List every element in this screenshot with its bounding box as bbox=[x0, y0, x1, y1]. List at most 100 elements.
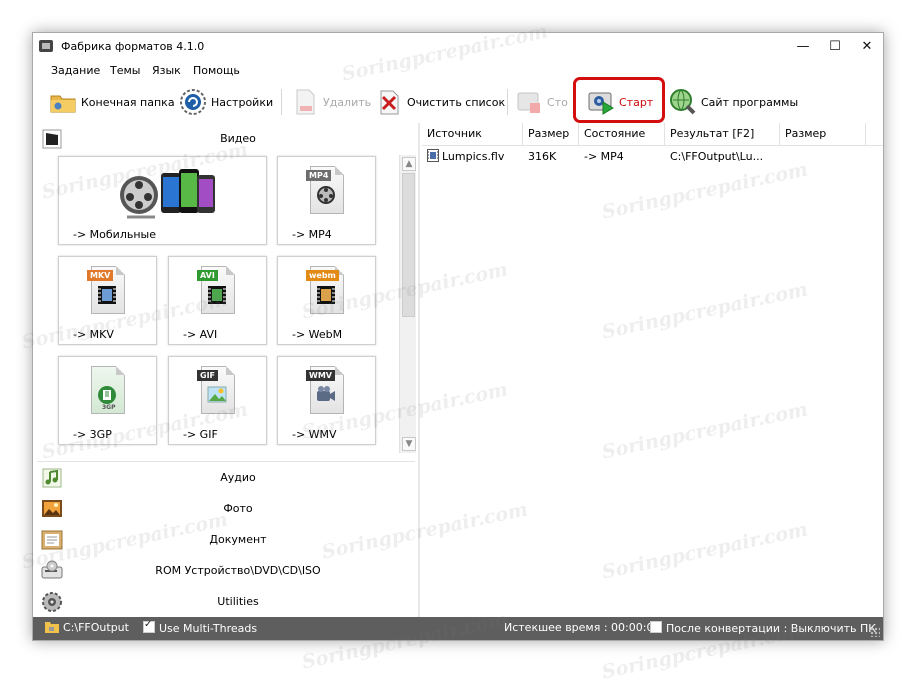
output-folder-label: Конечная папка bbox=[81, 95, 175, 109]
multithreads-option[interactable]: Use Multi-Threads bbox=[143, 619, 258, 635]
clear-list-icon bbox=[375, 88, 403, 116]
menu-themes[interactable]: Темы bbox=[110, 64, 140, 77]
webm-file-icon: webm bbox=[306, 266, 346, 314]
start-icon bbox=[587, 88, 615, 116]
tile-avi-label: -> AVI bbox=[183, 328, 218, 341]
category-utilities-label: Utilities bbox=[217, 595, 259, 608]
category-video-label: Видео bbox=[220, 132, 256, 145]
film-clapper-icon bbox=[41, 128, 63, 150]
category-video[interactable]: Видео bbox=[33, 125, 418, 153]
tile-mobile-label: -> Мобильные bbox=[73, 228, 156, 241]
tile-wmv[interactable]: WMV -> WMV bbox=[277, 356, 376, 445]
file-list: Источник Размер Состояние Результат [F2]… bbox=[422, 123, 883, 617]
column-output-size[interactable]: Размер bbox=[780, 123, 866, 145]
column-state[interactable]: Состояние bbox=[579, 123, 665, 145]
panel-splitter[interactable] bbox=[418, 123, 420, 617]
column-size[interactable]: Размер bbox=[523, 123, 579, 145]
tile-3gp[interactable]: 3GP -> 3GP bbox=[58, 356, 157, 445]
menu-language[interactable]: Язык bbox=[152, 64, 181, 77]
start-label: Старт bbox=[619, 95, 654, 109]
column-result[interactable]: Результат [F2] bbox=[665, 123, 780, 145]
tile-3gp-label: -> 3GP bbox=[73, 428, 112, 441]
menu-bar: Задание Темы Язык Помощь bbox=[33, 61, 883, 81]
tile-wmv-label: -> WMV bbox=[292, 428, 337, 441]
menu-help[interactable]: Помощь bbox=[193, 64, 240, 77]
table-row[interactable]: Lumpics.flv 316K -> MP4 C:\FFOutput\Lu..… bbox=[422, 147, 883, 167]
tile-mp4-label: -> MP4 bbox=[292, 228, 332, 241]
clear-list-button[interactable]: Очистить список bbox=[375, 86, 505, 118]
category-audio-label: Аудио bbox=[220, 471, 256, 484]
menu-task[interactable]: Задание bbox=[51, 64, 100, 77]
toolbar-separator bbox=[281, 89, 282, 115]
scroll-up-arrow-icon[interactable]: ▲ bbox=[402, 157, 416, 171]
app-icon bbox=[39, 40, 53, 52]
mp4-file-icon: MP4 bbox=[306, 166, 346, 214]
tile-gif[interactable]: GIF -> GIF bbox=[168, 356, 267, 445]
video-format-tiles: -> Мобильные MP4 -> MP4 MKV -> MKV AVI -… bbox=[43, 155, 399, 453]
folder-icon bbox=[49, 88, 77, 116]
multithreads-label: Use Multi-Threads bbox=[159, 622, 258, 635]
output-path[interactable]: C:\FFOutput bbox=[45, 621, 129, 634]
after-conversion-label: После конвертации : Выключить ПК bbox=[666, 622, 877, 635]
status-bar: C:\FFOutput Use Multi-Threads Истекшее в… bbox=[33, 617, 883, 640]
column-source[interactable]: Источник bbox=[422, 123, 523, 145]
folder-icon bbox=[45, 622, 59, 633]
after-conversion-option[interactable]: После конвертации : Выключить ПК bbox=[650, 621, 876, 635]
category-rom[interactable]: ROM Устройство\DVD\CD\ISO bbox=[33, 557, 418, 585]
resize-grip-icon[interactable] bbox=[870, 627, 880, 637]
tile-mp4[interactable]: MP4 -> MP4 bbox=[277, 156, 376, 245]
globe-search-icon bbox=[669, 88, 697, 116]
file-list-header: Источник Размер Состояние Результат [F2]… bbox=[422, 123, 883, 146]
after-conversion-checkbox[interactable] bbox=[650, 621, 662, 633]
cell-source: Lumpics.flv bbox=[422, 147, 523, 167]
tile-avi[interactable]: AVI -> AVI bbox=[168, 256, 267, 345]
settings-button[interactable]: Настройки bbox=[179, 86, 273, 118]
cell-result: C:\FFOutput\Lu... bbox=[670, 150, 764, 163]
tile-mkv-label: -> MKV bbox=[73, 328, 114, 341]
output-folder-button[interactable]: Конечная папка bbox=[49, 86, 175, 118]
output-path-text: C:\FFOutput bbox=[63, 621, 129, 634]
cell-size: 316K bbox=[528, 150, 557, 163]
stop-icon bbox=[515, 88, 543, 116]
clear-list-label: Очистить список bbox=[407, 95, 506, 109]
stop-button[interactable]: Сто bbox=[515, 86, 568, 118]
maximize-button[interactable]: ☐ bbox=[819, 33, 851, 61]
multithreads-checkbox[interactable] bbox=[143, 619, 155, 633]
scroll-thumb[interactable] bbox=[402, 173, 415, 317]
tile-webm-label: -> WebM bbox=[292, 328, 343, 341]
category-divider bbox=[37, 461, 415, 462]
source-filename: Lumpics.flv bbox=[442, 150, 505, 163]
elapsed-time: Истекшее время : 00:00:00 bbox=[504, 621, 661, 634]
start-button[interactable]: Старт bbox=[587, 86, 653, 118]
toolbar: Конечная папка Настройки Удалить Очистит… bbox=[33, 83, 883, 121]
website-button[interactable]: Сайт программы bbox=[669, 86, 798, 118]
tile-mobile[interactable]: -> Мобильные bbox=[58, 156, 267, 245]
format-scrollbar[interactable]: ▲ ▼ bbox=[399, 155, 416, 453]
scroll-down-arrow-icon[interactable]: ▼ bbox=[402, 437, 416, 451]
remove-button[interactable]: Удалить bbox=[291, 86, 371, 118]
category-photo[interactable]: Фото bbox=[33, 495, 418, 523]
photo-icon bbox=[41, 498, 63, 520]
cell-output-size bbox=[780, 147, 866, 167]
window-title: Фабрика форматов 4.1.0 bbox=[61, 40, 205, 53]
tile-gif-label: -> GIF bbox=[183, 428, 218, 441]
3gp-file-icon: 3GP bbox=[87, 366, 127, 414]
tile-webm[interactable]: webm -> WebM bbox=[277, 256, 376, 345]
mobile-devices-icon bbox=[120, 169, 215, 219]
settings-label: Настройки bbox=[211, 95, 274, 109]
category-document[interactable]: Документ bbox=[33, 526, 418, 554]
website-label: Сайт программы bbox=[701, 95, 799, 109]
close-button[interactable]: ✕ bbox=[851, 33, 883, 61]
gif-file-icon: GIF bbox=[197, 366, 237, 414]
category-photo-label: Фото bbox=[223, 502, 253, 515]
tile-mkv[interactable]: MKV -> MKV bbox=[58, 256, 157, 345]
format-panel: Видео -> Мобильные MP4 -> MP4 MKV -> MKV… bbox=[33, 123, 418, 617]
category-audio[interactable]: Аудио bbox=[33, 464, 418, 492]
mkv-file-icon: MKV bbox=[87, 266, 127, 314]
category-utilities[interactable]: Utilities bbox=[33, 588, 418, 616]
gear-icon bbox=[179, 88, 207, 116]
toolbar-separator bbox=[507, 89, 508, 115]
title-bar: Фабрика форматов 4.1.0 — ☐ ✕ bbox=[33, 33, 883, 61]
utilities-gear-icon bbox=[41, 591, 63, 613]
minimize-button[interactable]: — bbox=[787, 33, 819, 61]
